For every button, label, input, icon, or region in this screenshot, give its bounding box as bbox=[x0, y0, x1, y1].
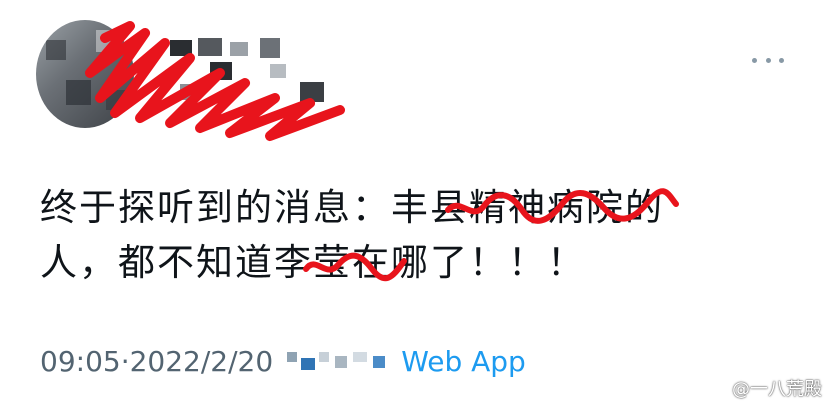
watermark: @一八荒殿 bbox=[706, 375, 822, 401]
dot bbox=[752, 57, 757, 63]
dot bbox=[765, 57, 771, 63]
watermark-text: @一八荒殿 bbox=[732, 379, 822, 400]
meta-separator: · bbox=[120, 345, 130, 378]
redacted-username bbox=[150, 32, 350, 118]
tweet-date[interactable]: 2022/2/20 bbox=[130, 345, 274, 378]
dot bbox=[779, 57, 784, 63]
tweet-source-app[interactable]: Web App bbox=[401, 345, 526, 378]
tweet-text: 终于探听到的消息：丰县精神病院的 人，都不知道李莹在哪了！！！ bbox=[40, 180, 800, 290]
tweet-text-line-1: 终于探听到的消息：丰县精神病院的 bbox=[40, 186, 664, 229]
tweet-time[interactable]: 09:05 bbox=[40, 345, 121, 378]
tweet-text-line-2: 人，都不知道李莹在哪了！！！ bbox=[40, 241, 586, 284]
weibo-icon bbox=[706, 380, 727, 397]
tweet-meta: 09:05 · 2022/2/20 Web App bbox=[40, 345, 526, 378]
avatar[interactable] bbox=[36, 20, 134, 128]
redacted-location bbox=[279, 348, 399, 376]
more-options-icon[interactable] bbox=[752, 52, 784, 68]
